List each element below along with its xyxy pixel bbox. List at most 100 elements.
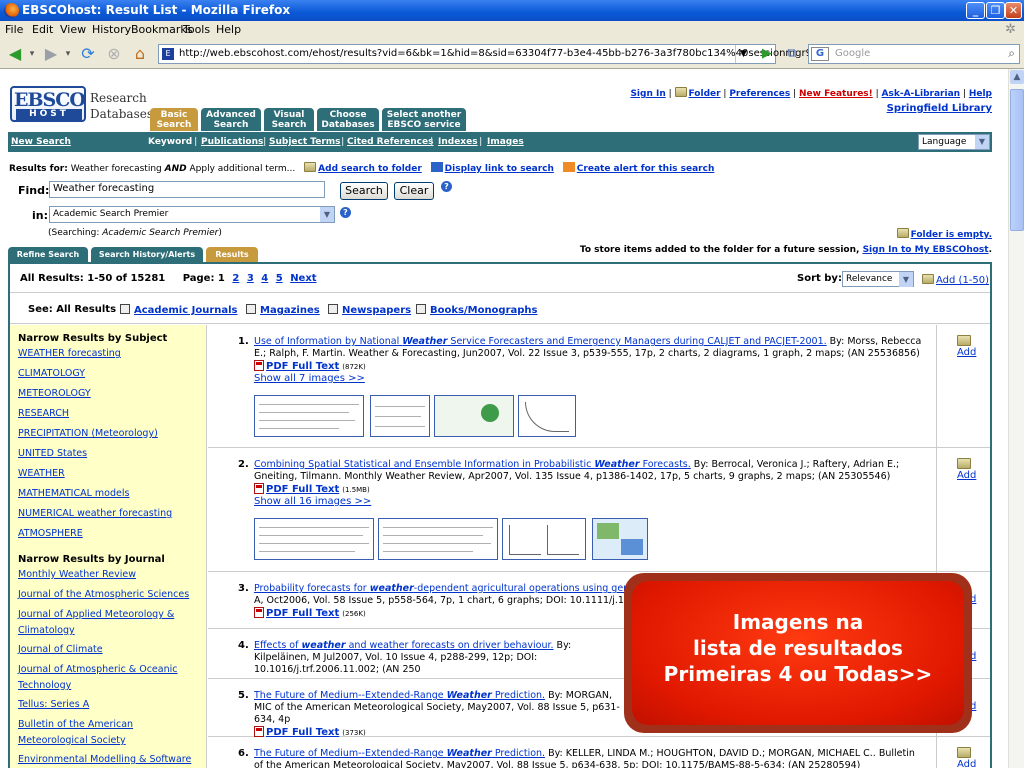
publications-link[interactable]: Publications xyxy=(201,137,263,147)
result-title-link[interactable]: Probability forecasts for weather-depend… xyxy=(254,583,650,594)
magazines-link[interactable]: Magazines xyxy=(260,305,320,316)
language-select[interactable]: Language ▼ xyxy=(918,134,990,150)
new-features-link[interactable]: New Features! xyxy=(799,89,873,99)
menu-file[interactable]: File xyxy=(5,23,23,36)
subject-terms-link[interactable]: Subject Terms xyxy=(269,137,341,147)
url-bar[interactable]: E http://web.ebscohost.com/ehost/results… xyxy=(158,44,812,64)
add-to-folder-link[interactable]: Add xyxy=(957,759,976,768)
scroll-up-icon[interactable]: ▲ xyxy=(1010,70,1024,84)
ebsco-logo[interactable]: EBSCO HOST xyxy=(10,86,86,122)
scroll-thumb[interactable] xyxy=(1010,89,1024,231)
image-thumbnail[interactable] xyxy=(518,395,576,437)
menu-tools[interactable]: Tools xyxy=(183,23,210,36)
chevron-down-icon[interactable]: ▼ xyxy=(320,207,334,222)
menu-help[interactable]: Help xyxy=(216,23,241,36)
tab-search-history[interactable]: Search History/Alerts xyxy=(91,247,203,262)
feed-icon[interactable]: ⧉ xyxy=(780,43,804,65)
result-title-link[interactable]: Use of Information by National Weather S… xyxy=(254,336,827,347)
tab-choose-databases[interactable]: Choose Databases xyxy=(317,108,379,131)
search-box[interactable]: G Google ⌕ xyxy=(808,44,1020,64)
next-page-link[interactable]: Next xyxy=(290,273,316,284)
subject-link[interactable]: MATHEMATICAL models xyxy=(18,486,203,502)
new-search-link[interactable]: New Search xyxy=(11,137,71,147)
add-to-folder-link[interactable]: Add xyxy=(957,347,976,358)
stop-icon[interactable]: ⊗ xyxy=(102,43,126,65)
image-thumbnail[interactable] xyxy=(434,395,514,437)
result-title-link[interactable]: The Future of Medium--Extended-Range Wea… xyxy=(254,690,545,701)
page-2-link[interactable]: 2 xyxy=(232,273,239,284)
books-monographs-link[interactable]: Books/Monographs xyxy=(430,305,538,316)
maximize-button[interactable]: ❐ xyxy=(986,2,1005,19)
show-all-images-link[interactable]: Show all 7 images >> xyxy=(254,373,365,384)
chevron-down-icon[interactable]: ▼ xyxy=(899,272,913,287)
journal-link[interactable]: Journal of Applied Meteorology & Climato… xyxy=(18,607,203,639)
additional-term-text[interactable]: Apply additional term... xyxy=(189,164,295,174)
image-thumbnail[interactable] xyxy=(502,518,586,560)
tab-results[interactable]: Results xyxy=(206,247,258,262)
library-link[interactable]: Springfield Library xyxy=(887,103,992,114)
image-thumbnail[interactable] xyxy=(254,518,374,560)
newspapers-link[interactable]: Newspapers xyxy=(342,305,411,316)
cited-references-link[interactable]: Cited References xyxy=(347,137,433,147)
subject-link[interactable]: METEOROLOGY xyxy=(18,386,203,402)
google-engine-icon[interactable]: G xyxy=(811,47,829,61)
page-4-link[interactable]: 4 xyxy=(261,273,268,284)
journal-link[interactable]: Journal of Climate xyxy=(18,642,203,658)
subject-link[interactable]: NUMERICAL weather forecasting xyxy=(18,506,203,522)
add-to-folder-link[interactable]: Add xyxy=(957,470,976,481)
result-title-link[interactable]: Combining Spatial Statistical and Ensemb… xyxy=(254,459,691,470)
folder-link[interactable]: Folder xyxy=(689,89,721,99)
ask-librarian-link[interactable]: Ask-A-Librarian xyxy=(882,89,961,99)
journal-link[interactable]: Bulletin of the American Meteorological … xyxy=(18,717,203,749)
tab-refine-search[interactable]: Refine Search xyxy=(8,247,88,262)
subject-link[interactable]: ATMOSPHERE xyxy=(18,526,203,542)
subject-link[interactable]: UNITED States xyxy=(18,446,203,462)
page-3-link[interactable]: 3 xyxy=(247,273,254,284)
help-link[interactable]: Help xyxy=(969,89,992,99)
image-thumbnail[interactable] xyxy=(592,518,648,560)
show-all-images-link[interactable]: Show all 16 images >> xyxy=(254,496,371,507)
academic-journals-link[interactable]: Academic Journals xyxy=(134,305,238,316)
tab-select-ebsco-service[interactable]: Select another EBSCO service xyxy=(382,108,466,131)
menu-edit[interactable]: Edit xyxy=(32,23,53,36)
keyword-label[interactable]: Keyword xyxy=(148,137,192,147)
subject-link[interactable]: WEATHER forecasting xyxy=(18,346,203,362)
journal-link[interactable]: Monthly Weather Review xyxy=(18,567,203,583)
subject-link[interactable]: WEATHER xyxy=(18,466,203,482)
journal-link[interactable]: Journal of Atmospheric & Oceanic Technol… xyxy=(18,662,203,694)
sign-in-my-ebscohost-link[interactable]: Sign In to My EBSCOhost xyxy=(863,245,989,255)
image-thumbnail[interactable] xyxy=(370,395,430,437)
journal-link[interactable]: Tellus: Series A xyxy=(18,697,203,713)
subject-link[interactable]: RESEARCH xyxy=(18,406,203,422)
add-all-link[interactable]: Add (1-50) xyxy=(936,275,989,286)
image-thumbnail[interactable] xyxy=(378,518,498,560)
subject-link[interactable]: CLIMATOLOGY xyxy=(18,366,203,382)
add-search-to-folder-link[interactable]: Add search to folder xyxy=(318,164,422,174)
display-link-to-search-link[interactable]: Display link to search xyxy=(445,164,554,174)
create-alert-link[interactable]: Create alert for this search xyxy=(577,164,715,174)
tab-visual-search[interactable]: Visual Search xyxy=(264,108,314,131)
image-thumbnail[interactable] xyxy=(254,395,364,437)
tab-advanced-search[interactable]: Advanced Search xyxy=(201,108,261,131)
back-dropdown-icon[interactable]: ▾ xyxy=(26,43,38,65)
go-icon[interactable]: ▶ xyxy=(762,46,772,61)
reload-icon[interactable]: ⟳ xyxy=(76,43,100,65)
forward-icon[interactable]: ▶ xyxy=(40,43,62,65)
pdf-full-text-link[interactable]: PDF Full Text xyxy=(266,361,339,372)
journal-link[interactable]: Environmental Modelling & Software xyxy=(18,752,203,768)
database-select[interactable]: Academic Search Premier ▼ xyxy=(49,206,335,223)
result-title-link[interactable]: The Future of Medium--Extended-Range Wea… xyxy=(254,748,545,759)
pdf-full-text-link[interactable]: PDF Full Text xyxy=(266,608,339,619)
url-dropdown-icon[interactable]: ▼ xyxy=(735,45,751,63)
tab-basic-search[interactable]: Basic Search xyxy=(150,108,198,131)
home-icon[interactable]: ⌂ xyxy=(128,43,152,65)
sort-select[interactable]: Relevance ▼ xyxy=(842,271,914,287)
sign-in-link[interactable]: Sign In xyxy=(630,89,665,99)
pdf-full-text-link[interactable]: PDF Full Text xyxy=(266,484,339,495)
back-icon[interactable]: ◀ xyxy=(4,43,26,65)
folder-empty-link[interactable]: Folder is empty. xyxy=(911,230,992,240)
clear-button[interactable]: Clear xyxy=(394,182,434,200)
menu-history[interactable]: History xyxy=(92,23,131,36)
journal-link[interactable]: Journal of the Atmospheric Sciences xyxy=(18,587,203,603)
search-icon[interactable]: ⌕ xyxy=(1008,46,1015,61)
